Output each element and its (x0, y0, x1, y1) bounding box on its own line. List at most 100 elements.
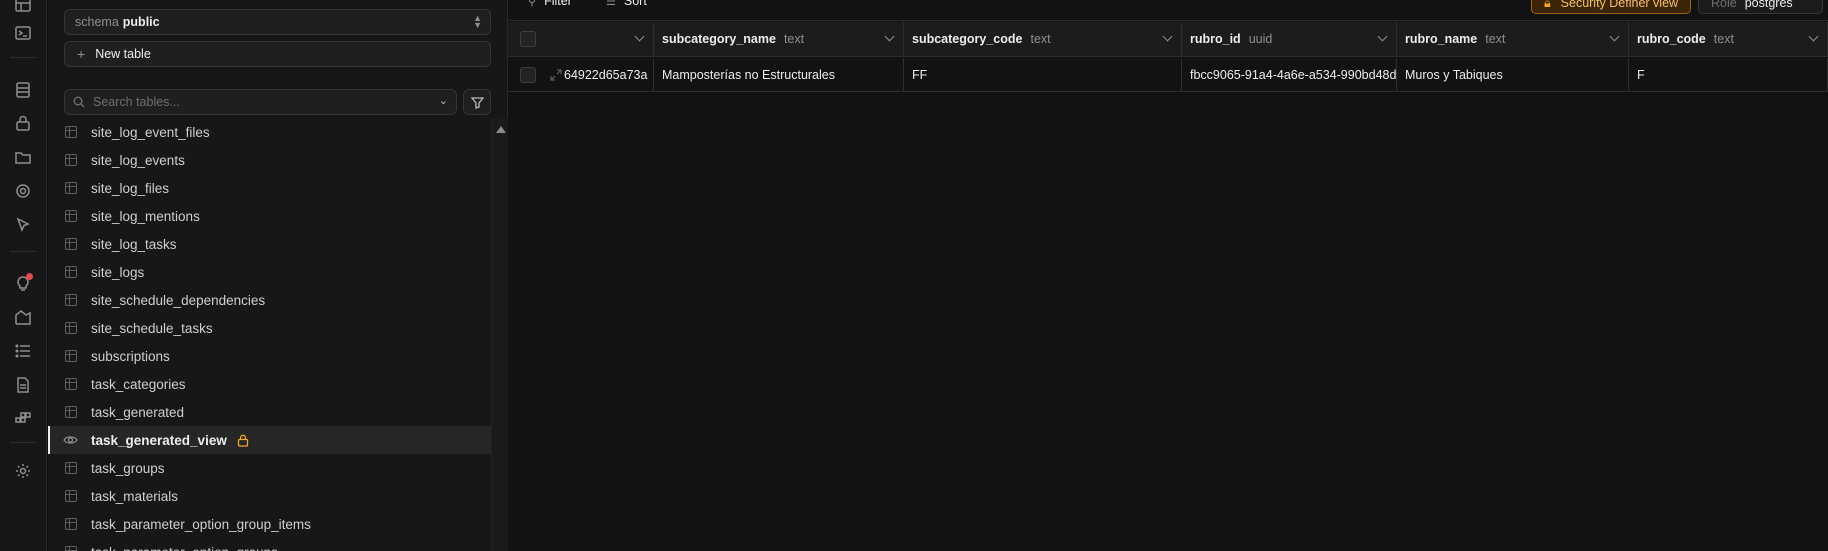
sidebar-table-item[interactable]: task_generated_view (48, 426, 491, 454)
sidebar-table-label: task_generated_view (91, 432, 227, 448)
sidebar-table-item[interactable]: task_groups (48, 454, 491, 482)
rail-divider (10, 57, 36, 58)
table-cell[interactable]: Muros y Tabiques (1397, 58, 1629, 91)
role-selector[interactable]: Role postgres (1698, 0, 1823, 14)
table-icon (65, 210, 77, 222)
chevron-updown-icon: ▲ ▼ (473, 13, 482, 30)
chevron-down-icon[interactable] (1162, 31, 1173, 42)
filter-button[interactable]: ⚲ Filter (528, 0, 572, 8)
chevron-down-icon[interactable] (1609, 31, 1620, 42)
lock-icon (237, 434, 249, 447)
column-header[interactable]: rubro_name text (1397, 22, 1629, 56)
sidebar-table-item[interactable]: site_log_files (48, 174, 491, 202)
filter-schema-button[interactable] (463, 89, 491, 115)
rail-divider (10, 251, 36, 252)
chevron-down-icon[interactable] (634, 31, 645, 42)
table-cell[interactable]: FF (904, 58, 1182, 91)
role-label: Role (1711, 0, 1737, 10)
new-table-label: New table (95, 47, 151, 61)
integrations-icon[interactable] (12, 408, 34, 430)
sidebar-table-label: task_materials (91, 488, 179, 504)
table-list: site_log_event_files site_log_events site_… (48, 118, 491, 551)
chevron-down-icon[interactable] (884, 31, 895, 42)
table-icon (65, 406, 77, 418)
row-select-cell[interactable] (508, 58, 562, 91)
notification-dot (26, 273, 33, 280)
column-header[interactable]: subcategory_name text (654, 22, 904, 56)
table-icon (65, 154, 77, 166)
select-all-checkbox[interactable] (520, 31, 536, 47)
expand-icon[interactable] (550, 68, 562, 81)
api-docs-icon[interactable] (12, 374, 34, 396)
select-all-header[interactable] (508, 22, 654, 56)
search-icon (73, 96, 85, 108)
sidebar-table-label: site_log_mentions (91, 208, 200, 224)
sidebar-table-item[interactable]: task_parameter_option_group_items (48, 510, 491, 538)
database-icon[interactable] (12, 79, 34, 101)
column-name: rubro_id (1190, 32, 1241, 46)
security-label: Security Definer view (1560, 0, 1679, 10)
sidebar-table-label: site_log_files (91, 180, 170, 196)
sidebar-table-label: task_parameter_option_group_items (91, 516, 311, 532)
logs-list-icon[interactable] (12, 340, 34, 362)
reports-chart-icon[interactable] (12, 306, 34, 328)
column-header[interactable]: rubro_id uuid (1182, 22, 1397, 56)
column-header[interactable]: subcategory_code text (904, 22, 1182, 56)
column-name: rubro_name (1405, 32, 1478, 46)
table-cell[interactable]: Mamposterías no Estructurales (654, 58, 904, 91)
column-name: subcategory_code (912, 32, 1023, 46)
schema-label: schema (75, 15, 119, 29)
schema-selector[interactable]: schema public ▲ ▼ (64, 9, 491, 35)
table-icon (65, 350, 77, 362)
storage-icon[interactable] (12, 146, 34, 168)
sidebar-table-item[interactable]: task_materials (48, 482, 491, 510)
icon-rail (0, 0, 47, 551)
sidebar-table-item[interactable]: site_log_tasks (48, 230, 491, 258)
chevron-down-icon[interactable] (1377, 31, 1388, 42)
table-icon (65, 490, 77, 502)
sidebar-table-item[interactable]: task_categories (48, 370, 491, 398)
chevron-down-icon[interactable] (1808, 31, 1819, 42)
sql-editor-icon[interactable] (12, 22, 34, 44)
new-table-button[interactable]: + New table (64, 41, 491, 67)
cursor-icon[interactable] (12, 214, 34, 236)
column-type: text (1030, 32, 1051, 46)
grid-toolbar: ⚲ Filter ☰ Sort 🔒︎ Security Definer view… (508, 0, 1828, 21)
table-cell[interactable]: F (1629, 58, 1828, 91)
column-type: text (1485, 32, 1506, 46)
table-cell[interactable]: 64922d65a73a (562, 58, 654, 91)
search-tables-input[interactable] (93, 95, 413, 109)
collapse-chevrons-icon[interactable]: ⌄ (439, 94, 448, 107)
sidebar-table-label: subscriptions (91, 348, 170, 364)
sidebar-table-item[interactable]: site_log_event_files (48, 118, 491, 146)
scroll-up-arrow-icon[interactable] (496, 126, 506, 133)
sidebar-table-item[interactable]: site_schedule_dependencies (48, 286, 491, 314)
table-row[interactable]: 64922d65a73a Mamposterías no Estructurale… (508, 58, 1828, 92)
realtime-icon[interactable] (12, 180, 34, 202)
sidebar-table-item[interactable]: task_generated (48, 398, 491, 426)
sidebar-table-item[interactable]: site_log_events (48, 146, 491, 174)
table-cell[interactable]: fbcc9065-91a4-4a6e-a534-990bd48df39e (1182, 58, 1397, 91)
sidebar-table-item[interactable]: site_logs (48, 258, 491, 286)
table-icon (65, 322, 77, 334)
auth-lock-icon[interactable] (12, 112, 34, 134)
column-type: text (783, 32, 805, 46)
funnel-icon (470, 96, 484, 109)
main-panel: ⚲ Filter ☰ Sort 🔒︎ Security Definer view… (508, 0, 1828, 551)
sidebar-table-item[interactable]: site_log_mentions (48, 202, 491, 230)
column-header[interactable]: rubro_code text (1629, 22, 1828, 56)
sidebar-scrollbar[interactable] (491, 118, 508, 551)
sort-button[interactable]: ☰ Sort (606, 0, 647, 8)
role-value: postgres (1744, 0, 1793, 10)
table-editor-icon[interactable] (12, 0, 34, 16)
row-checkbox[interactable] (520, 66, 536, 83)
settings-gear-icon[interactable] (12, 460, 34, 482)
advisor-bulb-icon[interactable] (12, 272, 34, 294)
sidebar-table-label: task_groups (91, 460, 165, 476)
sidebar-table-item[interactable]: subscriptions (48, 342, 491, 370)
security-definer-button[interactable]: 🔒︎ Security Definer view (1531, 0, 1691, 14)
sidebar-table-item[interactable]: site_schedule_tasks (48, 314, 491, 342)
column-type: uuid (1248, 32, 1273, 46)
sidebar-table-item[interactable]: task_parameter_option_groups (48, 538, 491, 551)
sidebar-table-label: task_categories (91, 376, 186, 392)
